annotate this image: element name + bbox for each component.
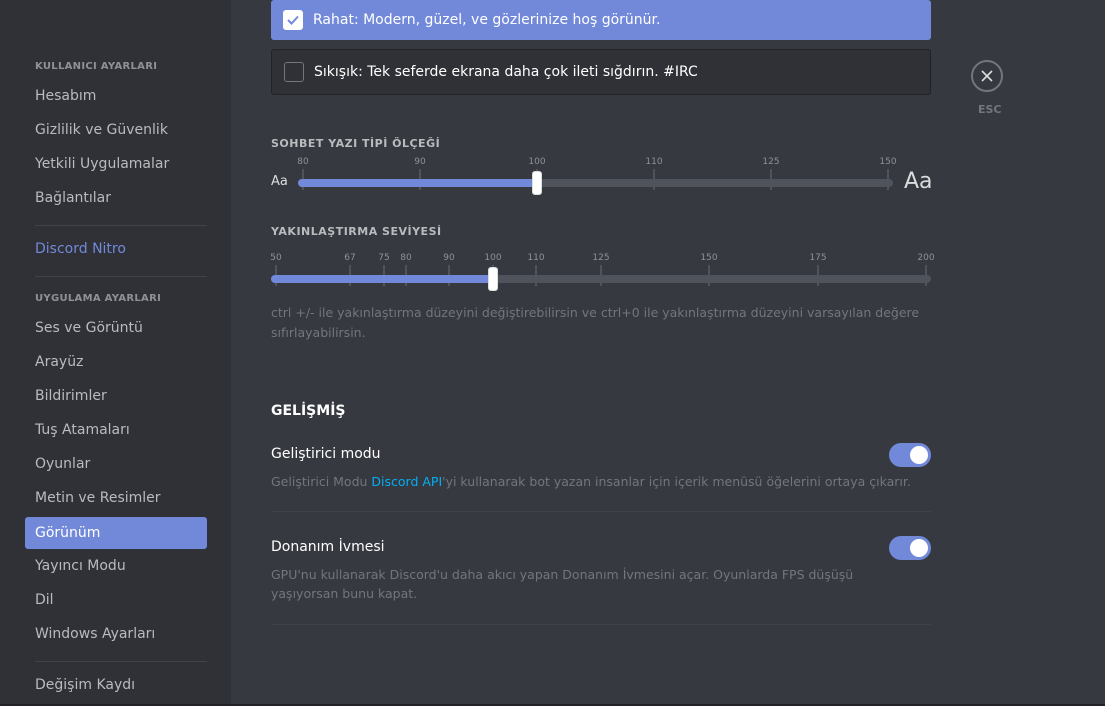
slider-tick-mark <box>600 265 602 286</box>
developer-mode-title: Geliştirici modu <box>271 446 381 462</box>
app-settings-header: UYGULAMA AYARLARI <box>35 293 162 304</box>
slider-tick-mark <box>708 265 710 286</box>
developer-mode-toggle[interactable] <box>889 443 931 467</box>
sidebar-item-changelog[interactable]: Değişim Kaydı <box>25 669 207 701</box>
display-mode-compact-option[interactable]: Sıkışık: Tek seferde ekrana daha çok ile… <box>271 49 931 95</box>
slider-tick-label: 150 <box>700 253 718 263</box>
slider-tick-mark <box>817 265 819 286</box>
sidebar-item-authorized-apps[interactable]: Yetkili Uygulamalar <box>25 148 207 180</box>
sidebar-item-account[interactable]: Hesabım <box>25 80 207 112</box>
sidebar-item-privacy-safety[interactable]: Gizlilik ve Güvenlik <box>25 114 207 146</box>
sidebar-item-streamer-mode[interactable]: Yayıncı Modu <box>25 550 207 582</box>
sidebar-item-connections[interactable]: Bağlantılar <box>25 182 207 214</box>
hardware-acceleration-title: Donanım İvmesi <box>271 539 385 555</box>
slider-fill <box>298 179 537 187</box>
slider-tick-label: 150 <box>879 157 897 167</box>
hardware-acceleration-description: GPU'nu kullanarak Discord'u daha akıcı y… <box>271 567 854 601</box>
font-scale-small-label: Aa <box>271 174 288 189</box>
slider-tick-label: 200 <box>917 253 935 263</box>
display-mode-cozy-option[interactable]: Rahat: Modern, güzel, ve gözlerinize hoş… <box>271 0 931 40</box>
slider-tick-label: 100 <box>528 157 546 167</box>
sidebar-item-notifications[interactable]: Bildirimler <box>25 380 207 412</box>
slider-tick-label: 75 <box>378 253 390 263</box>
sidebar-divider <box>35 276 207 277</box>
developer-mode-description: Geliştirici Modu Discord API'yi kullanar… <box>271 474 911 489</box>
cozy-label: Rahat: Modern, güzel, ve gözlerinize hoş… <box>313 12 661 28</box>
slider-handle[interactable] <box>532 171 542 195</box>
sidebar-divider <box>35 225 207 226</box>
slider-tick-mark <box>925 265 927 286</box>
font-scale-title: SOHBET YAZI TİPİ ÖLÇEĞİ <box>271 137 441 150</box>
sidebar-item-discord-nitro[interactable]: Discord Nitro <box>25 233 207 265</box>
slider-tick-label: 80 <box>400 253 412 263</box>
slider-fill <box>271 275 493 283</box>
sidebar-divider <box>35 661 207 662</box>
sidebar-item-language[interactable]: Dil <box>25 584 207 616</box>
checkbox-checked[interactable] <box>283 10 303 30</box>
toggle-knob <box>910 446 928 464</box>
slider-tick-label: 110 <box>645 157 663 167</box>
sidebar-item-voice-video[interactable]: Ses ve Görüntü <box>25 312 207 344</box>
slider-tick-label: 110 <box>527 253 545 263</box>
slider-tick-label: 175 <box>809 253 827 263</box>
esc-label: ESC <box>978 103 1002 116</box>
slider-tick-mark <box>887 169 889 190</box>
sidebar-item-keybinds[interactable]: Tuş Atamaları <box>25 414 207 446</box>
settings-sidebar: KULLANICI AYARLARI Hesabım Gizlilik ve G… <box>0 0 231 706</box>
slider-tick-label: 125 <box>762 157 780 167</box>
section-divider <box>271 511 931 512</box>
toggle-knob <box>910 539 928 557</box>
close-icon <box>981 70 993 82</box>
font-scale-big-label: Aa <box>904 169 933 194</box>
sidebar-item-text-images[interactable]: Metin ve Resimler <box>25 482 207 514</box>
user-settings-header: KULLANICI AYARLARI <box>35 61 158 72</box>
checkbox-unchecked[interactable] <box>284 62 304 82</box>
slider-tick-label: 50 <box>270 253 282 263</box>
slider-tick-label: 90 <box>414 157 426 167</box>
slider-tick-label: 80 <box>297 157 309 167</box>
slider-tick-label: 90 <box>443 253 455 263</box>
slider-tick-label: 100 <box>484 253 502 263</box>
zoom-hint: ctrl +/- ile yakınlaştırma düzeyini deği… <box>271 305 920 340</box>
sidebar-item-overlay[interactable]: Arayüz <box>25 346 207 378</box>
hardware-acceleration-toggle[interactable] <box>889 536 931 560</box>
slider-tick-mark <box>770 169 772 190</box>
slider-tick-mark <box>653 169 655 190</box>
sidebar-item-windows-settings[interactable]: Windows Ayarları <box>25 618 207 650</box>
slider-tick-label: 67 <box>344 253 356 263</box>
close-button[interactable] <box>971 60 1003 92</box>
section-divider <box>271 624 931 625</box>
slider-tick-label: 125 <box>592 253 610 263</box>
slider-handle[interactable] <box>488 267 498 291</box>
sidebar-item-games[interactable]: Oyunlar <box>25 448 207 480</box>
discord-api-link[interactable]: Discord API <box>371 474 442 489</box>
check-icon <box>287 15 299 25</box>
compact-label: Sıkışık: Tek seferde ekrana daha çok ile… <box>314 64 698 80</box>
zoom-level-title: YAKINLAŞTIRMA SEVİYESİ <box>271 225 442 238</box>
advanced-section-title: GELİŞMİŞ <box>271 403 346 419</box>
sidebar-item-appearance[interactable]: Görünüm <box>25 517 207 549</box>
slider-tick-mark <box>535 265 537 286</box>
